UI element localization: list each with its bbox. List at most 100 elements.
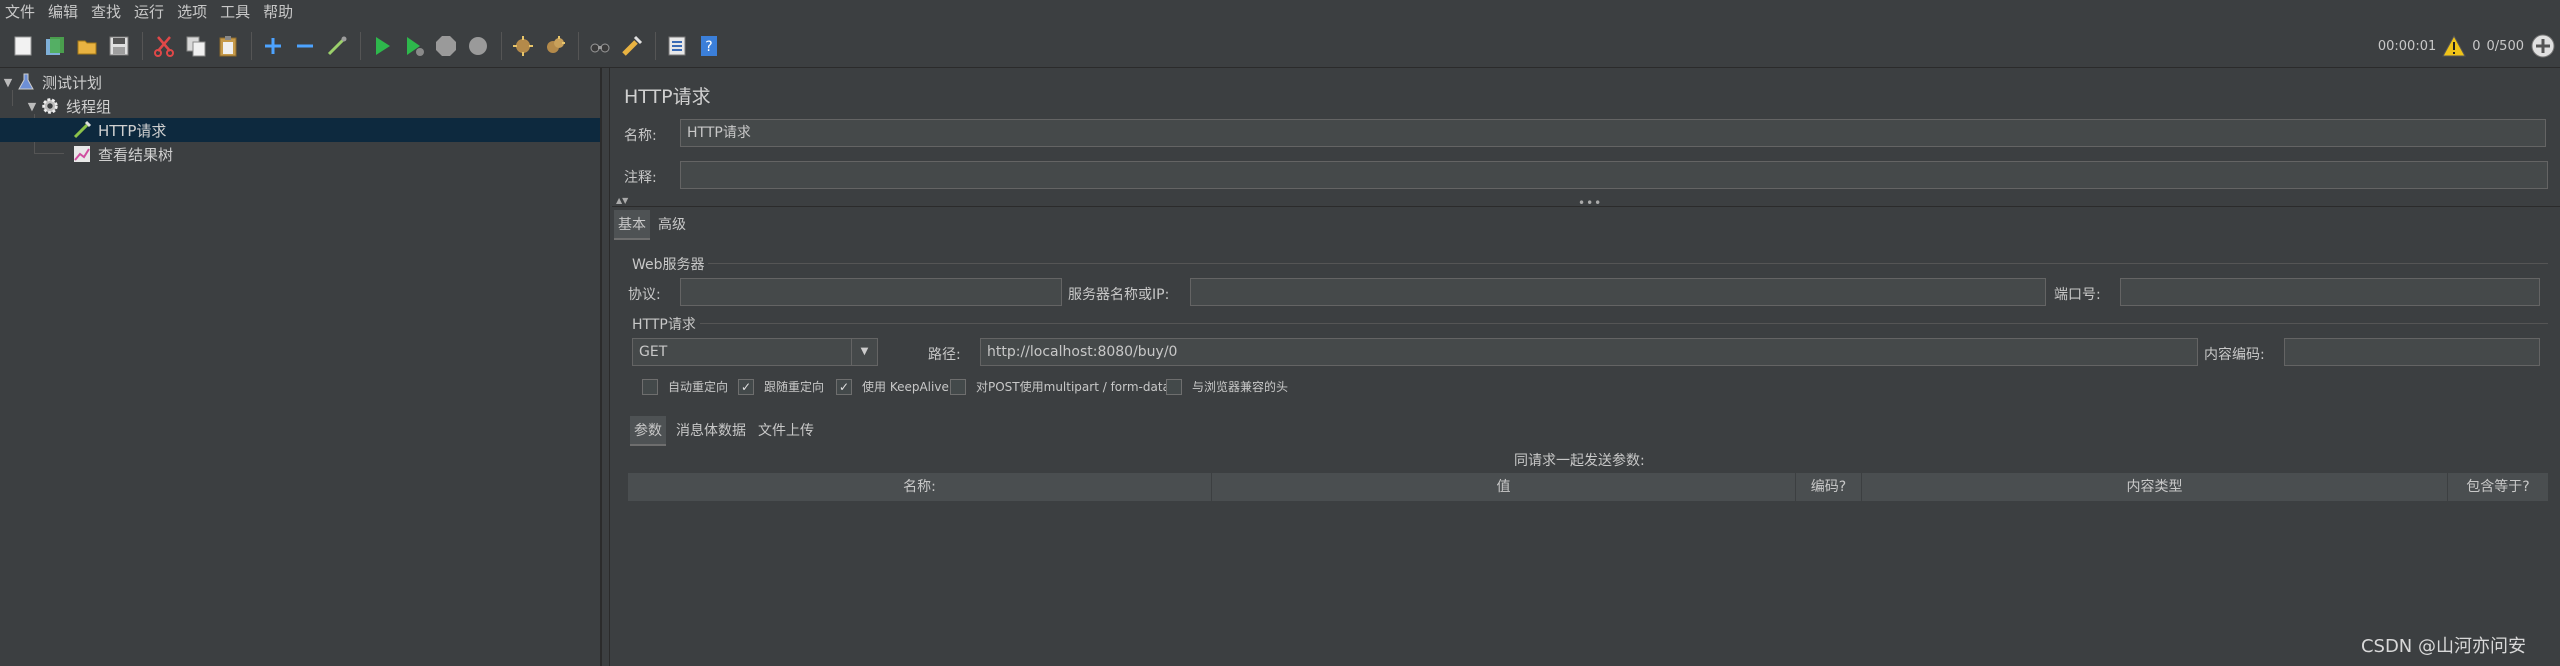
- stop-icon[interactable]: [431, 31, 461, 61]
- name-label: 名称:: [624, 128, 657, 144]
- save-icon[interactable]: [104, 31, 134, 61]
- search-icon[interactable]: [585, 31, 615, 61]
- menu-tools[interactable]: 工具: [215, 0, 258, 24]
- collapse-arrow-icon[interactable]: ▼: [0, 76, 16, 89]
- checkbox-box[interactable]: [642, 378, 658, 395]
- collapse-icon[interactable]: [290, 31, 320, 61]
- reset-search-icon[interactable]: [617, 31, 647, 61]
- toolbar-separator: [655, 31, 656, 60]
- tree-item-http-request[interactable]: HTTP请求: [0, 118, 600, 142]
- warning-icon[interactable]: [2442, 35, 2467, 57]
- shutdown-icon[interactable]: [463, 31, 493, 61]
- tree-item-test-plan[interactable]: ▼ 测试计划: [0, 70, 600, 94]
- checkbox-box[interactable]: [1166, 378, 1182, 395]
- test-plan-tree: ▼ 测试计划 ▼ 线程组 HTTP请求 查看结果树: [0, 68, 602, 666]
- comment-label: 注释:: [624, 170, 657, 186]
- tab-basic[interactable]: 基本: [614, 210, 650, 240]
- start-icon[interactable]: [367, 31, 397, 61]
- column-encode[interactable]: 编码?: [1796, 473, 1862, 501]
- watermark: CSDN @山河亦问安: [2360, 636, 2526, 657]
- menu-edit[interactable]: 编辑: [43, 0, 86, 24]
- check-icon[interactable]: ✓: [836, 378, 852, 395]
- tab-files-upload[interactable]: 文件上传: [754, 416, 818, 444]
- tree-item-label: 测试计划: [42, 73, 103, 92]
- method-value: GET: [639, 344, 668, 360]
- gear-icon: [40, 96, 60, 116]
- encoding-field[interactable]: [2284, 338, 2540, 366]
- toolbar-separator: [578, 31, 579, 60]
- tree-item-view-results-tree[interactable]: 查看结果树: [72, 142, 600, 166]
- path-field[interactable]: http://localhost:8080/buy/0: [980, 338, 2198, 366]
- path-label: 路径:: [928, 347, 961, 363]
- http-request-panel: HTTP请求 名称: HTTP请求 注释: ••• ▲▼ 基本 高级 Web服务…: [612, 68, 2560, 666]
- tree-item-label: HTTP请求: [98, 121, 167, 140]
- tab-body-data[interactable]: 消息体数据: [672, 416, 750, 444]
- tab-advanced[interactable]: 高级: [654, 210, 690, 238]
- checkbox-browser-headers[interactable]: 与浏览器兼容的头: [1166, 378, 1288, 395]
- checkbox-label: 对POST使用multipart / form-data: [976, 380, 1170, 394]
- menu-options[interactable]: 选项: [172, 0, 215, 24]
- help-icon[interactable]: ?: [694, 31, 724, 61]
- port-field[interactable]: [2120, 278, 2540, 306]
- checkbox-label: 使用 KeepAlive: [862, 380, 949, 394]
- function-helper-icon[interactable]: [662, 31, 692, 61]
- flask-icon: [16, 72, 36, 92]
- tab-parameters[interactable]: 参数: [630, 416, 666, 446]
- paste-icon[interactable]: [213, 31, 243, 61]
- templates-icon[interactable]: [40, 31, 70, 61]
- start-no-pause-icon[interactable]: [399, 31, 429, 61]
- checkbox-follow-redirects[interactable]: ✓ 跟随重定向: [738, 378, 824, 395]
- svg-text:?: ?: [705, 39, 712, 55]
- checkbox-multipart[interactable]: 对POST使用multipart / form-data: [950, 378, 1170, 395]
- collapse-arrows-icon[interactable]: ▲▼: [616, 196, 628, 205]
- checkbox-label: 跟随重定向: [764, 380, 825, 394]
- remote-icon[interactable]: [2530, 33, 2556, 59]
- column-name[interactable]: 名称:: [628, 473, 1212, 501]
- cut-icon[interactable]: [149, 31, 179, 61]
- menu-help[interactable]: 帮助: [258, 0, 301, 24]
- toolbar-separator: [251, 31, 252, 60]
- chart-icon: [72, 144, 92, 164]
- checkbox-keepalive[interactable]: ✓ 使用 KeepAlive: [836, 378, 949, 395]
- menu-file[interactable]: 文件: [0, 0, 43, 24]
- copy-icon[interactable]: [181, 31, 211, 61]
- open-icon[interactable]: [72, 31, 102, 61]
- group-divider: [708, 263, 2548, 264]
- checkbox-box[interactable]: [950, 378, 966, 395]
- toolbar-separator: [142, 31, 143, 60]
- column-include-equals[interactable]: 包含等于?: [2448, 473, 2548, 501]
- chevron-down-icon[interactable]: ▼: [851, 339, 877, 365]
- tree-item-thread-group[interactable]: ▼ 线程组: [24, 94, 600, 118]
- new-icon[interactable]: [8, 31, 38, 61]
- column-content-type[interactable]: 内容类型: [1862, 473, 2448, 501]
- panel-splitter[interactable]: [604, 68, 610, 666]
- page-title: HTTP请求: [624, 86, 711, 108]
- check-icon[interactable]: ✓: [738, 378, 754, 395]
- encoding-label: 内容编码:: [2204, 347, 2265, 363]
- tree-item-label: 线程组: [66, 97, 112, 116]
- method-select[interactable]: GET ▼: [632, 338, 878, 366]
- status-area: 00:00:01 0 0/500: [2378, 24, 2560, 68]
- pipette-icon: [72, 120, 92, 140]
- checkbox-label: 自动重定向: [668, 380, 729, 394]
- params-table-body[interactable]: [628, 501, 2548, 666]
- menu-bar: 文件 编辑 查找 运行 选项 工具 帮助: [0, 0, 2560, 24]
- comment-field[interactable]: [680, 161, 2548, 189]
- collapse-arrow-icon[interactable]: ▼: [24, 100, 40, 113]
- menu-search[interactable]: 查找: [86, 0, 129, 24]
- protocol-field[interactable]: [680, 278, 1062, 306]
- clear-all-icon[interactable]: [540, 31, 570, 61]
- divider-handle[interactable]: •••: [1578, 196, 1602, 210]
- server-field[interactable]: [1190, 278, 2046, 306]
- elapsed-time: 00:00:01: [2377, 38, 2437, 54]
- toggle-icon[interactable]: [322, 31, 352, 61]
- menu-run[interactable]: 运行: [129, 0, 172, 24]
- clear-icon[interactable]: [508, 31, 538, 61]
- checkbox-label: 与浏览器兼容的头: [1192, 380, 1289, 394]
- name-field[interactable]: HTTP请求: [680, 119, 2546, 147]
- column-value[interactable]: 值: [1212, 473, 1796, 501]
- warning-count: 0: [2472, 38, 2481, 54]
- expand-icon[interactable]: [258, 31, 288, 61]
- checkbox-auto-redirect[interactable]: 自动重定向: [642, 378, 728, 395]
- toolbar-separator: [501, 31, 502, 60]
